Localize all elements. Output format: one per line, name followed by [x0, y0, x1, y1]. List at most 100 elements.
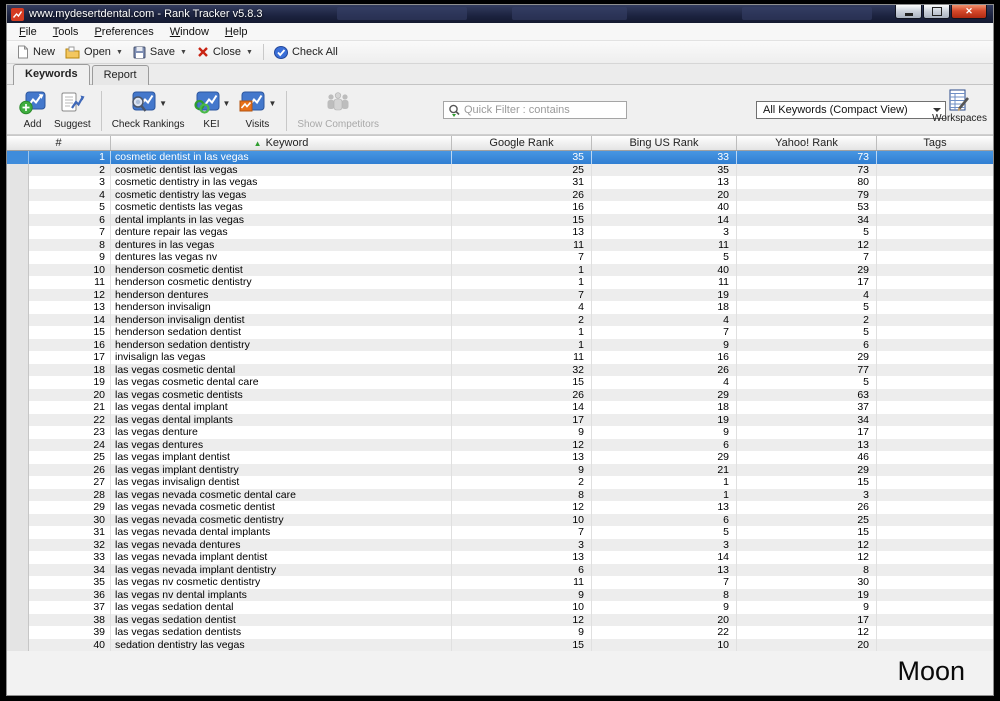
visits-button[interactable]: ▼ Visits — [238, 89, 276, 130]
table-row[interactable]: 29las vegas nevada cosmetic dentist12132… — [7, 501, 993, 514]
kei-button[interactable]: ▼ KEI — [193, 89, 231, 130]
column-header-tags[interactable]: Tags — [877, 136, 993, 150]
table-row[interactable]: 26las vegas implant dentistry92129 — [7, 464, 993, 477]
row-gutter — [7, 551, 29, 564]
table-row[interactable]: 23las vegas denture9917 — [7, 426, 993, 439]
table-row[interactable]: 18las vegas cosmetic dental322677 — [7, 364, 993, 377]
column-header-google-rank[interactable]: Google Rank — [452, 136, 592, 150]
workspaces-button[interactable]: Workspaces — [932, 89, 987, 124]
new-button[interactable]: New — [11, 44, 60, 60]
table-row[interactable]: 10henderson cosmetic dentist14029 — [7, 264, 993, 277]
cell-google-rank: 25 — [452, 164, 592, 177]
cell-bing-rank: 5 — [592, 251, 737, 264]
table-row[interactable]: 39las vegas sedation dentists92212 — [7, 626, 993, 639]
table-row[interactable]: 35las vegas nv cosmetic dentistry11730 — [7, 576, 993, 589]
save-button[interactable]: Save ▼ — [128, 45, 192, 60]
table-row[interactable]: 11henderson cosmetic dentistry11117 — [7, 276, 993, 289]
cell-yahoo-rank: 29 — [737, 351, 877, 364]
table-row[interactable]: 34las vegas nevada implant dentistry6138 — [7, 564, 993, 577]
chart-links-icon — [193, 91, 220, 115]
check-rankings-button[interactable]: ▼ Check Rankings — [112, 89, 185, 130]
quick-filter-box — [443, 101, 627, 119]
table-row[interactable]: 12henderson dentures7194 — [7, 289, 993, 302]
table-row[interactable]: 1cosmetic dentist in las vegas353373 — [7, 151, 993, 164]
app-icon — [11, 8, 24, 21]
table-row[interactable]: 7denture repair las vegas1335 — [7, 226, 993, 239]
toolbar-separator — [263, 44, 264, 60]
column-header-keyword[interactable]: ▲ Keyword — [111, 136, 452, 150]
table-row[interactable]: 19las vegas cosmetic dental care1545 — [7, 376, 993, 389]
table-row[interactable]: 17invisalign las vegas111629 — [7, 351, 993, 364]
table-row[interactable]: 33las vegas nevada implant dentist131412 — [7, 551, 993, 564]
check-rankings-dropdown[interactable]: ▼ — [159, 99, 167, 108]
menu-window[interactable]: Window — [162, 24, 217, 40]
menu-file[interactable]: File — [11, 24, 45, 40]
column-header-bing-rank[interactable]: Bing US Rank — [592, 136, 737, 150]
table-row[interactable]: 14henderson invisalign dentist242 — [7, 314, 993, 327]
cell-keyword: las vegas invisalign dentist — [111, 476, 452, 489]
table-row[interactable]: 22las vegas dental implants171934 — [7, 414, 993, 427]
add-button[interactable]: Add — [19, 89, 46, 130]
table-row[interactable]: 28las vegas nevada cosmetic dental care8… — [7, 489, 993, 502]
menu-help[interactable]: Help — [217, 24, 256, 40]
table-row[interactable]: 20las vegas cosmetic dentists262963 — [7, 389, 993, 402]
column-header-yahoo-rank[interactable]: Yahoo! Rank — [737, 136, 877, 150]
table-row[interactable]: 6dental implants in las vegas151434 — [7, 214, 993, 227]
tab-keywords[interactable]: Keywords — [13, 64, 90, 85]
table-row[interactable]: 8dentures in las vegas111112 — [7, 239, 993, 252]
kei-dropdown[interactable]: ▼ — [223, 99, 231, 108]
open-button[interactable]: Open ▼ — [60, 45, 128, 60]
cell-number: 9 — [29, 251, 111, 264]
cell-keyword: henderson invisalign — [111, 301, 452, 314]
table-row[interactable]: 30las vegas nevada cosmetic dentistry106… — [7, 514, 993, 527]
cell-number: 8 — [29, 239, 111, 252]
column-header-number[interactable]: # — [7, 136, 111, 150]
cell-bing-rank: 4 — [592, 376, 737, 389]
quick-filter-input[interactable] — [464, 104, 622, 116]
table-row[interactable]: 9dentures las vegas nv757 — [7, 251, 993, 264]
table-row[interactable]: 3cosmetic dentistry in las vegas311380 — [7, 176, 993, 189]
table-row[interactable]: 5cosmetic dentists las vegas164053 — [7, 201, 993, 214]
check-all-button[interactable]: Check All — [269, 45, 343, 60]
cell-google-rank: 15 — [452, 376, 592, 389]
table-row[interactable]: 36las vegas nv dental implants9819 — [7, 589, 993, 602]
table-row[interactable]: 13henderson invisalign4185 — [7, 301, 993, 314]
cell-google-rank: 2 — [452, 314, 592, 327]
close-button[interactable] — [951, 5, 987, 19]
cell-bing-rank: 9 — [592, 426, 737, 439]
tab-report[interactable]: Report — [92, 65, 149, 85]
table-row[interactable]: 31las vegas nevada dental implants7515 — [7, 526, 993, 539]
cell-keyword: las vegas nevada dentures — [111, 539, 452, 552]
chart-orange-graph-icon — [238, 91, 265, 115]
cell-keyword: cosmetic dentist in las vegas — [111, 151, 452, 164]
cell-google-rank: 1 — [452, 339, 592, 352]
search-icon — [448, 104, 461, 117]
table-row[interactable]: 2cosmetic dentist las vegas253573 — [7, 164, 993, 177]
visits-dropdown[interactable]: ▼ — [268, 99, 276, 108]
cell-tags — [877, 514, 993, 527]
cell-bing-rank: 5 — [592, 526, 737, 539]
keyword-view-select[interactable]: All Keywords (Compact View) — [756, 101, 946, 119]
cell-bing-rank: 6 — [592, 439, 737, 452]
table-row[interactable]: 24las vegas dentures12613 — [7, 439, 993, 452]
cell-bing-rank: 3 — [592, 539, 737, 552]
menu-tools[interactable]: Tools — [45, 24, 87, 40]
table-row[interactable]: 38las vegas sedation dentist122017 — [7, 614, 993, 627]
cell-google-rank: 7 — [452, 251, 592, 264]
table-row[interactable]: 32las vegas nevada dentures3312 — [7, 539, 993, 552]
minimize-button[interactable] — [895, 5, 922, 19]
table-row[interactable]: 40sedation dentistry las vegas151020 — [7, 639, 993, 652]
table-row[interactable]: 4cosmetic dentistry las vegas262079 — [7, 189, 993, 202]
suggest-button[interactable]: Suggest — [54, 89, 91, 130]
dropdown-caret: ▼ — [246, 49, 253, 56]
table-row[interactable]: 21las vegas dental implant141837 — [7, 401, 993, 414]
table-row[interactable]: 27las vegas invisalign dentist2115 — [7, 476, 993, 489]
maximize-button[interactable] — [923, 5, 950, 19]
menu-preferences[interactable]: Preferences — [86, 24, 161, 40]
table-row[interactable]: 37las vegas sedation dental1099 — [7, 601, 993, 614]
cell-number: 11 — [29, 276, 111, 289]
table-row[interactable]: 25las vegas implant dentist132946 — [7, 451, 993, 464]
table-row[interactable]: 15henderson sedation dentist175 — [7, 326, 993, 339]
close-doc-button[interactable]: Close ▼ — [192, 45, 258, 59]
table-row[interactable]: 16henderson sedation dentistry196 — [7, 339, 993, 352]
